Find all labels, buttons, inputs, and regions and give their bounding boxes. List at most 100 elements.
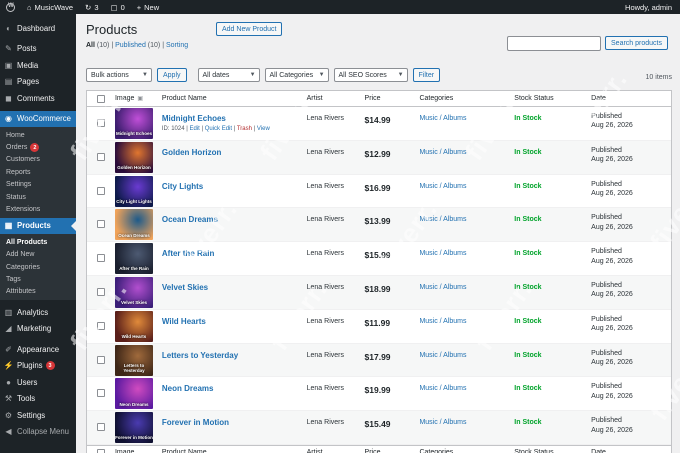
my-account-link[interactable]: Howdy, admin [619, 0, 680, 14]
product-thumbnail[interactable]: Neon Dreams [114, 378, 153, 410]
updates-link[interactable]: ↻ 3 [79, 0, 104, 14]
column-footer-price[interactable]: Price [365, 449, 420, 453]
submenu-all-products[interactable]: All Products [0, 236, 76, 248]
product-thumbnail[interactable]: Velvet Skies [114, 276, 153, 308]
product-name-link[interactable]: Ocean Dreams [162, 208, 307, 224]
menu-products[interactable]: ▦ Products [0, 217, 76, 235]
column-header-image[interactable]: Image ▣ [115, 95, 162, 102]
column-header-price[interactable]: Price [365, 95, 420, 102]
submenu-home[interactable]: Home [0, 129, 76, 141]
view-all-link[interactable]: All (10) [86, 42, 109, 49]
menu-marketing[interactable]: ◢ Marketing [0, 321, 76, 338]
product-name-link[interactable]: Neon Dreams [162, 377, 307, 393]
product-thumbnail[interactable]: City Light Lights [114, 175, 153, 207]
wp-logo-menu[interactable] [0, 0, 21, 14]
submenu-attributes[interactable]: Attributes [0, 286, 76, 298]
column-header-artist[interactable]: Artist [307, 95, 365, 102]
category-link[interactable]: Music / Albums [419, 107, 514, 122]
view-published-link[interactable]: Published (10) [115, 42, 160, 49]
product-thumbnail[interactable]: Ocean Dreams [114, 209, 153, 241]
trash-link[interactable]: Trash [237, 126, 252, 132]
product-name-link[interactable]: Midnight Echoes [162, 107, 307, 123]
column-footer-name[interactable]: Product Name [162, 449, 307, 453]
menu-plugins[interactable]: ⚡ Plugins 3 [0, 358, 76, 375]
menu-tools[interactable]: ⚒ Tools [0, 391, 76, 408]
submenu-extensions[interactable]: Extensions [0, 203, 76, 215]
select-all-checkbox-footer[interactable] [96, 448, 105, 453]
menu-woocommerce[interactable]: ◉ WooCommerce [0, 110, 76, 127]
row-checkbox[interactable] [96, 321, 105, 330]
seo-scores-filter-select[interactable]: All SEO Scores ▼ [333, 68, 408, 82]
category-link[interactable]: Music / Albums [419, 344, 514, 359]
menu-pages[interactable]: ▤ Pages [0, 74, 76, 91]
column-footer-image[interactable]: Image [115, 449, 162, 453]
row-checkbox[interactable] [96, 152, 105, 161]
menu-settings[interactable]: ⚙ Settings [0, 407, 76, 424]
collapse-menu-button[interactable]: ◀ Collapse Menu [0, 424, 76, 441]
column-header-date[interactable]: Date [591, 95, 671, 102]
row-checkbox[interactable] [96, 287, 105, 296]
add-new-product-button[interactable]: Add New Product [216, 22, 283, 36]
menu-dashboard[interactable]: ◐ Dashboard [0, 20, 76, 37]
product-name-link[interactable]: Forever in Motion [162, 411, 307, 427]
product-name-link[interactable]: City Lights [162, 175, 307, 191]
submenu-settings[interactable]: Settings [0, 179, 76, 191]
apply-button[interactable]: Apply [157, 68, 187, 82]
submenu-reports[interactable]: Reports [0, 166, 76, 178]
product-thumbnail[interactable]: Wild Hearts [114, 310, 153, 342]
submenu-add-new[interactable]: Add New [0, 249, 76, 261]
bulk-actions-select[interactable]: Bulk actions ▼ [86, 68, 152, 82]
submenu-orders[interactable]: Orders 2 [0, 141, 76, 153]
comments-link[interactable]: ▢ 0 [104, 0, 130, 14]
row-checkbox[interactable] [96, 355, 105, 364]
product-name-link[interactable]: Letters to Yesterday [162, 344, 307, 360]
submenu-tags[interactable]: Tags [0, 273, 76, 285]
category-link[interactable]: Music / Albums [419, 310, 514, 325]
category-link[interactable]: Music / Albums [419, 377, 514, 392]
column-footer-date[interactable]: Date [591, 449, 671, 453]
view-sorting-link[interactable]: Sorting [166, 42, 188, 49]
filter-button[interactable]: Filter [412, 68, 441, 82]
row-checkbox[interactable] [96, 220, 105, 229]
view-link[interactable]: View [257, 126, 270, 132]
row-checkbox[interactable] [96, 186, 105, 195]
new-content-link[interactable]: + New [131, 0, 165, 14]
edit-link[interactable]: Edit [189, 126, 199, 132]
dates-filter-select[interactable]: All dates ▼ [197, 68, 260, 82]
submenu-customers[interactable]: Customers [0, 154, 76, 166]
menu-appearance[interactable]: ✐ Appearance [0, 341, 76, 358]
category-link[interactable]: Music / Albums [419, 208, 514, 223]
menu-comments[interactable]: ◼ Comments [0, 90, 76, 107]
product-name-link[interactable]: After the Rain [162, 242, 307, 258]
menu-posts[interactable]: ✎ Posts [0, 41, 76, 58]
menu-analytics[interactable]: ▥ Analytics [0, 304, 76, 321]
row-checkbox[interactable] [96, 389, 105, 398]
site-name-link[interactable]: ⌂ MusicWave [21, 0, 79, 14]
quick-edit-link[interactable]: Quick Edit [205, 126, 232, 132]
category-link[interactable]: Music / Albums [419, 276, 514, 291]
product-name-link[interactable]: Golden Horizon [162, 141, 307, 157]
submenu-categories[interactable]: Categories [0, 261, 76, 273]
category-link[interactable]: Music / Albums [419, 411, 514, 426]
category-link[interactable]: Music / Albums [419, 242, 514, 257]
submenu-status[interactable]: Status [0, 191, 76, 203]
select-all-checkbox[interactable] [96, 94, 105, 103]
menu-media[interactable]: ▣ Media [0, 57, 76, 74]
row-checkbox[interactable] [96, 119, 105, 127]
column-header-name[interactable]: Product Name [162, 95, 307, 102]
menu-users[interactable]: ● Users [0, 374, 76, 391]
column-footer-artist[interactable]: Artist [307, 449, 365, 453]
product-thumbnail[interactable]: Letters to Yesterday [114, 344, 153, 376]
product-name-link[interactable]: Wild Hearts [162, 310, 307, 326]
product-name-link[interactable]: Velvet Skies [162, 276, 307, 292]
category-link[interactable]: Music / Albums [419, 175, 514, 190]
product-thumbnail[interactable]: Forever in Motion [114, 412, 153, 444]
product-thumbnail[interactable]: Golden Horizon [114, 141, 153, 173]
search-products-button[interactable]: Search products [605, 36, 668, 50]
category-link[interactable]: Music / Albums [419, 141, 514, 156]
product-thumbnail[interactable]: Midnight Echoes [114, 108, 153, 139]
categories-filter-select[interactable]: All Categories ▼ [264, 68, 329, 82]
row-checkbox[interactable] [96, 423, 105, 432]
search-input[interactable] [507, 36, 602, 51]
product-thumbnail[interactable]: After the Rain [114, 243, 153, 275]
